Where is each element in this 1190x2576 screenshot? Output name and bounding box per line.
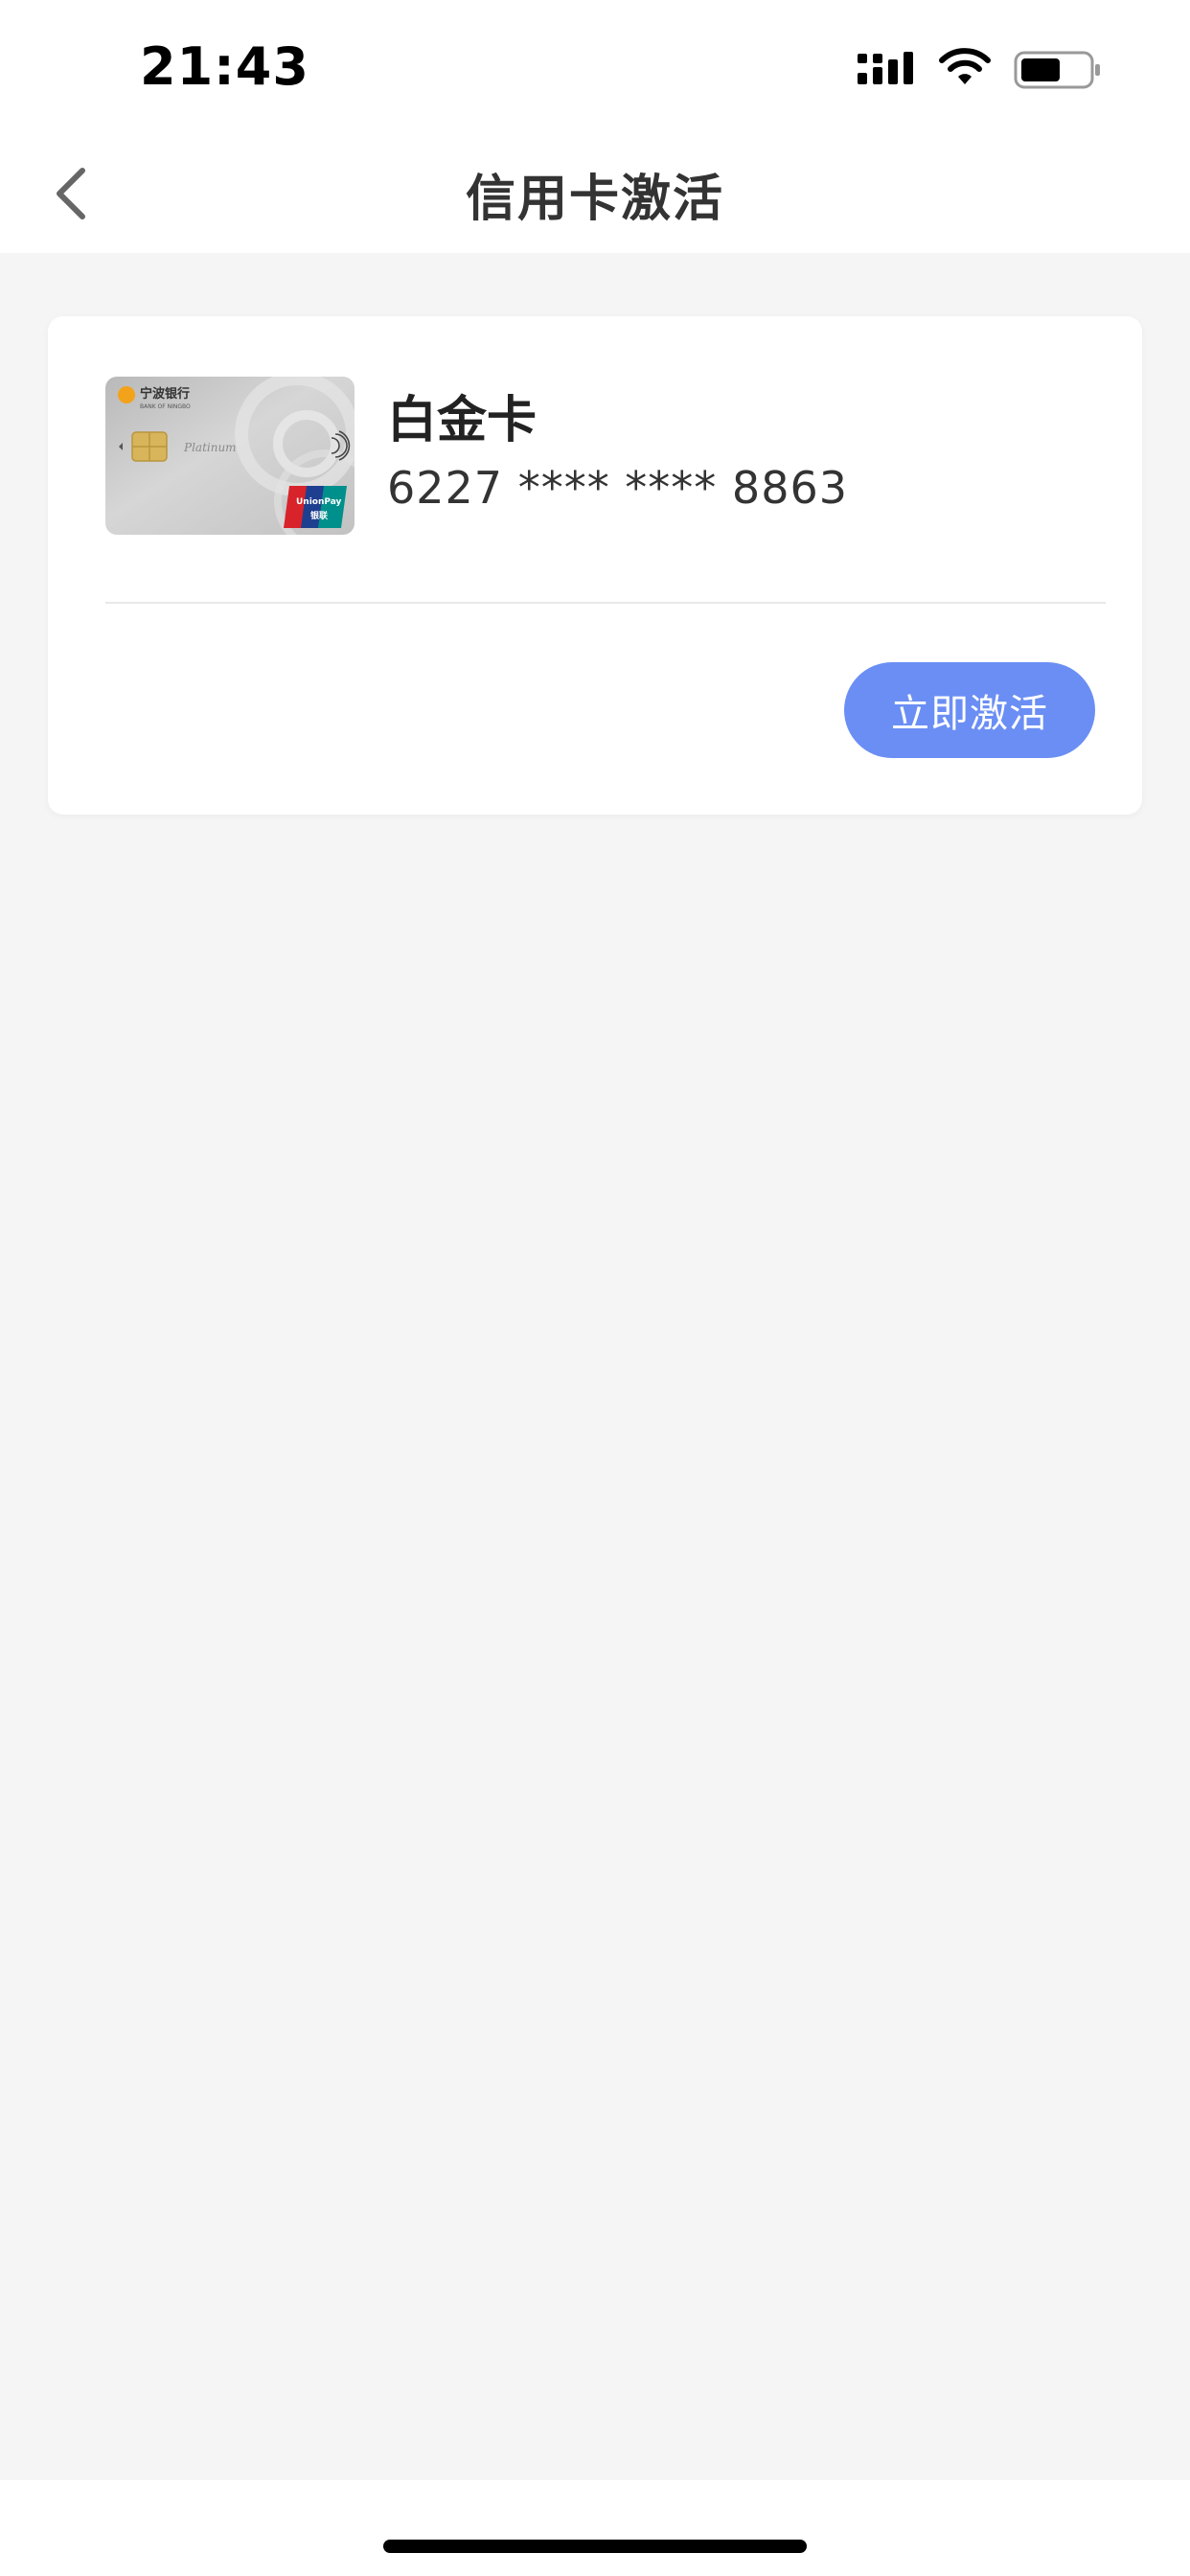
home-indicator[interactable]	[383, 2540, 807, 2553]
home-indicator-area	[0, 2480, 1190, 2576]
status-time: 21:43	[140, 36, 309, 97]
credit-card-panel: 宁波银行 BANK OF NINGBO Platinum UnionPay 银联…	[48, 316, 1142, 815]
card-number: 6227 **** **** 8863	[387, 462, 848, 514]
status-bar: 21:43	[0, 0, 1190, 134]
divider	[105, 602, 1106, 604]
unionpay-logo: UnionPay 银联	[284, 486, 347, 528]
nav-bar: 信用卡激活	[0, 134, 1190, 253]
svg-text:UnionPay: UnionPay	[296, 497, 342, 507]
card-name: 白金卡	[387, 392, 538, 449]
battery-icon	[1014, 51, 1100, 89]
page-title: 信用卡激活	[465, 170, 724, 228]
credit-card-image: 宁波银行 BANK OF NINGBO Platinum UnionPay 银联	[105, 377, 355, 535]
svg-text:银联: 银联	[310, 510, 329, 521]
signal-icon	[858, 52, 913, 84]
wifi-icon	[939, 48, 991, 84]
card-bank-name: 宁波银行	[140, 386, 190, 402]
activate-now-button[interactable]: 立即激活	[844, 662, 1095, 758]
card-tier-label: Platinum	[183, 441, 237, 454]
back-button[interactable]	[33, 155, 109, 232]
chevron-left-icon	[57, 168, 85, 219]
card-bank-name-en: BANK OF NINGBO	[140, 403, 191, 410]
